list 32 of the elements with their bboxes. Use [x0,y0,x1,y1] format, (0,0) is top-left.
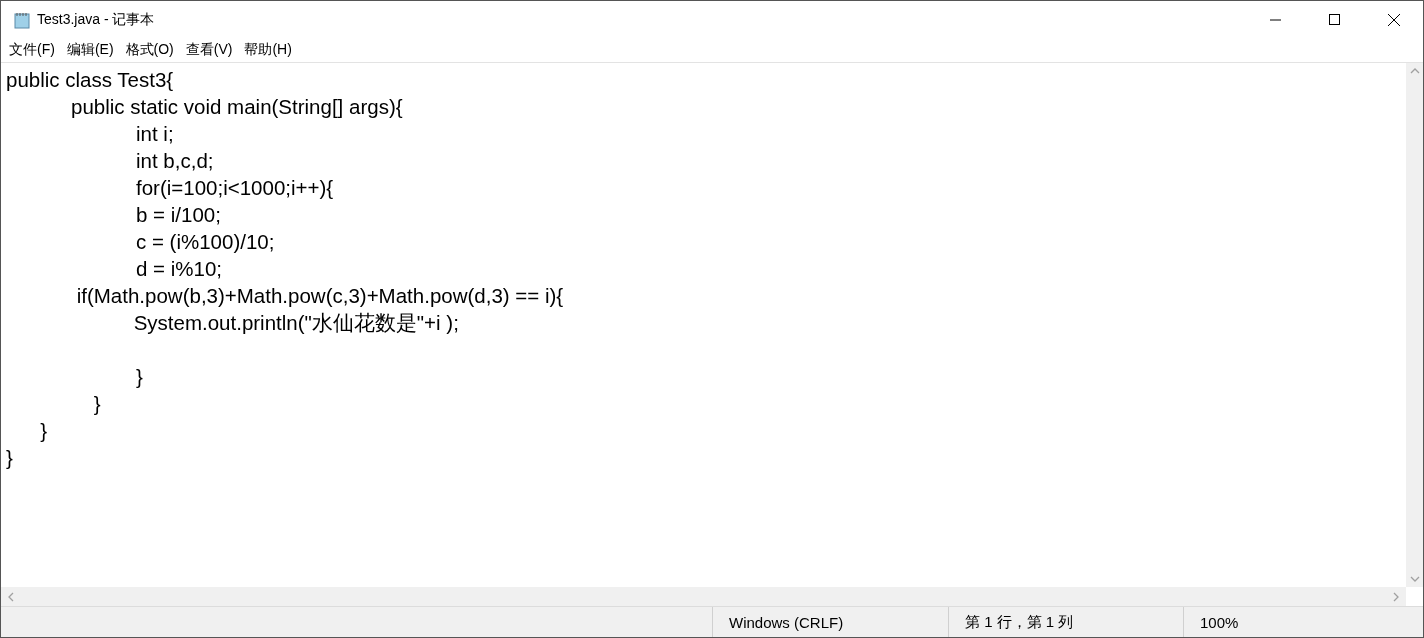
code-line: } [135,364,144,390]
menu-item[interactable]: 格式(O) [119,39,180,61]
code-line: int i; [135,121,175,147]
scroll-right-icon[interactable] [1392,591,1400,602]
code-line: System.out.println("水仙花数是"+i ); [132,310,460,336]
code-line: if(Math.pow(b,3)+Math.pow(c,3)+Math.pow(d,3) == i){ [75,283,565,309]
code-line: b = i/100; [135,202,222,228]
maximize-icon [1329,14,1340,25]
code-line: c = (i%100)/10; [135,229,276,255]
menu-item[interactable]: 帮助(H) [238,39,298,61]
status-text: 100% [1183,607,1423,637]
status-text: Windows (CRLF) [712,607,948,637]
scroll-up-icon[interactable] [1409,67,1420,75]
code-line: } [92,391,102,417]
menu-item[interactable]: 编辑(E) [60,39,120,61]
vertical-scrollbar[interactable] [1406,63,1423,587]
menu-item[interactable]: 查看(V) [179,39,239,61]
scroll-down-icon[interactable] [1409,575,1420,583]
code-line: public static void main(String[] args){ [70,94,404,120]
code-line: for(i=100;i<1000;i++){ [135,175,335,201]
code-line: int b,c,d; [135,148,215,174]
menu-item[interactable]: 文件(F) [3,39,61,61]
horizontal-scrollbar[interactable] [1,587,1406,606]
status-text: 第 1 行，第 1 列 [948,607,1183,637]
scroll-left-icon[interactable] [7,591,15,602]
code-line: } [39,418,49,444]
notepad-icon [13,10,31,29]
window-title: Test3.java - 记事本 [37,10,156,29]
close-icon [1387,13,1400,26]
code-line: d = i%10; [135,256,224,282]
code-line: } [6,445,14,471]
code-line: public class Test3{ [6,67,175,93]
